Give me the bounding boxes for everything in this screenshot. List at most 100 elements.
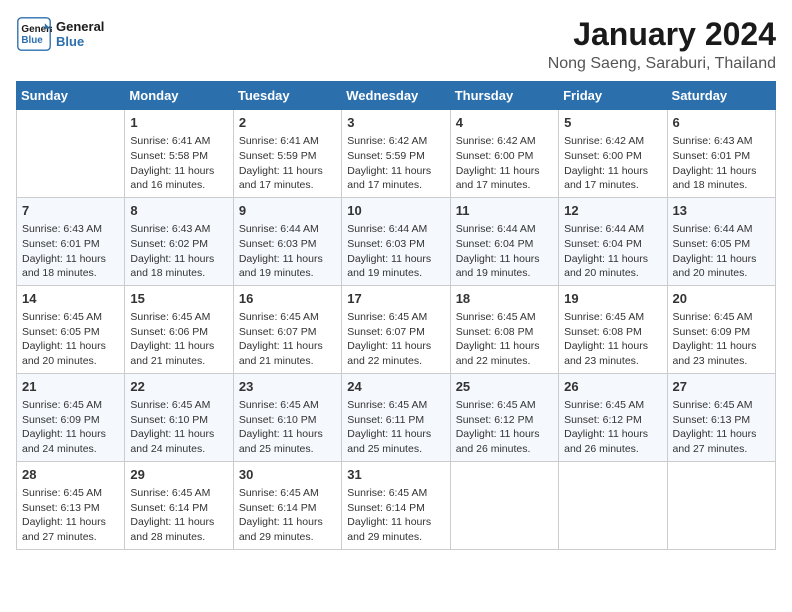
cell-details: Sunrise: 6:44 AMSunset: 6:04 PMDaylight:… [564, 222, 661, 281]
cell-details: Sunrise: 6:45 AMSunset: 6:12 PMDaylight:… [456, 398, 553, 457]
day-number: 10 [347, 202, 444, 220]
calendar-cell [17, 110, 125, 198]
day-number: 6 [673, 114, 770, 132]
month-year-title: January 2024 [548, 16, 776, 53]
day-header-tuesday: Tuesday [233, 82, 341, 110]
day-number: 4 [456, 114, 553, 132]
cell-details: Sunrise: 6:44 AMSunset: 6:04 PMDaylight:… [456, 222, 553, 281]
calendar-table: SundayMondayTuesdayWednesdayThursdayFrid… [16, 81, 776, 550]
day-number: 30 [239, 466, 336, 484]
svg-text:Blue: Blue [21, 35, 43, 46]
calendar-cell: 4 Sunrise: 6:42 AMSunset: 6:00 PMDaylight… [450, 110, 558, 198]
day-number: 11 [456, 202, 553, 220]
calendar-cell: 22 Sunrise: 6:45 AMSunset: 6:10 PMDayligh… [125, 373, 233, 461]
cell-details: Sunrise: 6:45 AMSunset: 6:09 PMDaylight:… [22, 398, 119, 457]
calendar-cell: 18 Sunrise: 6:45 AMSunset: 6:08 PMDayligh… [450, 285, 558, 373]
logo-text-line2: Blue [56, 34, 104, 49]
calendar-cell: 28Sunrise: 6:45 AMSunset: 6:13 PMDayligh… [17, 461, 125, 549]
day-number: 12 [564, 202, 661, 220]
day-number: 14 [22, 290, 119, 308]
cell-details: Sunrise: 6:44 AMSunset: 6:03 PMDaylight:… [239, 222, 336, 281]
calendar-cell: 29 Sunrise: 6:45 AMSunset: 6:14 PMDayligh… [125, 461, 233, 549]
day-number: 29 [130, 466, 227, 484]
day-number: 5 [564, 114, 661, 132]
calendar-cell: 20 Sunrise: 6:45 AMSunset: 6:09 PMDayligh… [667, 285, 775, 373]
cell-details: Sunrise: 6:41 AMSunset: 5:58 PMDaylight:… [130, 134, 227, 193]
day-number: 16 [239, 290, 336, 308]
logo-text-line1: General [56, 19, 104, 34]
day-number: 13 [673, 202, 770, 220]
day-number: 2 [239, 114, 336, 132]
cell-details: Sunrise: 6:45 AMSunset: 6:08 PMDaylight:… [456, 310, 553, 369]
day-number: 23 [239, 378, 336, 396]
calendar-cell: 3 Sunrise: 6:42 AMSunset: 5:59 PMDaylight… [342, 110, 450, 198]
calendar-cell: 26 Sunrise: 6:45 AMSunset: 6:12 PMDayligh… [559, 373, 667, 461]
calendar-cell: 27 Sunrise: 6:45 AMSunset: 6:13 PMDayligh… [667, 373, 775, 461]
cell-details: Sunrise: 6:45 AMSunset: 6:14 PMDaylight:… [239, 486, 336, 545]
cell-details: Sunrise: 6:45 AMSunset: 6:10 PMDaylight:… [130, 398, 227, 457]
calendar-cell: 5Sunrise: 6:42 AMSunset: 6:00 PMDaylight… [559, 110, 667, 198]
calendar-cell: 16 Sunrise: 6:45 AMSunset: 6:07 PMDayligh… [233, 285, 341, 373]
calendar-cell: 12 Sunrise: 6:44 AMSunset: 6:04 PMDayligh… [559, 197, 667, 285]
calendar-cell: 8Sunrise: 6:43 AMSunset: 6:02 PMDaylight… [125, 197, 233, 285]
days-header-row: SundayMondayTuesdayWednesdayThursdayFrid… [17, 82, 776, 110]
day-number: 25 [456, 378, 553, 396]
cell-details: Sunrise: 6:43 AMSunset: 6:01 PMDaylight:… [673, 134, 770, 193]
cell-details: Sunrise: 6:41 AMSunset: 5:59 PMDaylight:… [239, 134, 336, 193]
day-number: 1 [130, 114, 227, 132]
calendar-cell: 17Sunrise: 6:45 AMSunset: 6:07 PMDayligh… [342, 285, 450, 373]
week-row-1: 1 Sunrise: 6:41 AMSunset: 5:58 PMDaylight… [17, 110, 776, 198]
calendar-cell: 30 Sunrise: 6:45 AMSunset: 6:14 PMDayligh… [233, 461, 341, 549]
day-header-saturday: Saturday [667, 82, 775, 110]
cell-details: Sunrise: 6:45 AMSunset: 6:05 PMDaylight:… [22, 310, 119, 369]
title-block: January 2024 Nong Saeng, Saraburi, Thail… [548, 16, 776, 73]
calendar-cell: 21Sunrise: 6:45 AMSunset: 6:09 PMDayligh… [17, 373, 125, 461]
day-number: 31 [347, 466, 444, 484]
calendar-cell: 31Sunrise: 6:45 AMSunset: 6:14 PMDayligh… [342, 461, 450, 549]
calendar-cell: 7Sunrise: 6:43 AMSunset: 6:01 PMDaylight… [17, 197, 125, 285]
calendar-cell: 9 Sunrise: 6:44 AMSunset: 6:03 PMDaylight… [233, 197, 341, 285]
week-row-4: 21Sunrise: 6:45 AMSunset: 6:09 PMDayligh… [17, 373, 776, 461]
cell-details: Sunrise: 6:44 AMSunset: 6:05 PMDaylight:… [673, 222, 770, 281]
logo-icon: General Blue [16, 16, 52, 52]
location-subtitle: Nong Saeng, Saraburi, Thailand [548, 55, 776, 73]
day-number: 17 [347, 290, 444, 308]
cell-details: Sunrise: 6:42 AMSunset: 6:00 PMDaylight:… [456, 134, 553, 193]
day-number: 9 [239, 202, 336, 220]
day-number: 22 [130, 378, 227, 396]
calendar-cell [667, 461, 775, 549]
day-number: 3 [347, 114, 444, 132]
week-row-2: 7Sunrise: 6:43 AMSunset: 6:01 PMDaylight… [17, 197, 776, 285]
calendar-cell: 2 Sunrise: 6:41 AMSunset: 5:59 PMDaylight… [233, 110, 341, 198]
cell-details: Sunrise: 6:45 AMSunset: 6:08 PMDaylight:… [564, 310, 661, 369]
day-header-wednesday: Wednesday [342, 82, 450, 110]
cell-details: Sunrise: 6:45 AMSunset: 6:13 PMDaylight:… [673, 398, 770, 457]
day-number: 27 [673, 378, 770, 396]
calendar-cell: 13 Sunrise: 6:44 AMSunset: 6:05 PMDayligh… [667, 197, 775, 285]
cell-details: Sunrise: 6:44 AMSunset: 6:03 PMDaylight:… [347, 222, 444, 281]
day-number: 15 [130, 290, 227, 308]
cell-details: Sunrise: 6:42 AMSunset: 5:59 PMDaylight:… [347, 134, 444, 193]
cell-details: Sunrise: 6:45 AMSunset: 6:09 PMDaylight:… [673, 310, 770, 369]
cell-details: Sunrise: 6:45 AMSunset: 6:10 PMDaylight:… [239, 398, 336, 457]
calendar-cell: 25 Sunrise: 6:45 AMSunset: 6:12 PMDayligh… [450, 373, 558, 461]
day-number: 19 [564, 290, 661, 308]
cell-details: Sunrise: 6:45 AMSunset: 6:11 PMDaylight:… [347, 398, 444, 457]
calendar-cell: 1 Sunrise: 6:41 AMSunset: 5:58 PMDaylight… [125, 110, 233, 198]
week-row-5: 28Sunrise: 6:45 AMSunset: 6:13 PMDayligh… [17, 461, 776, 549]
cell-details: Sunrise: 6:45 AMSunset: 6:12 PMDaylight:… [564, 398, 661, 457]
calendar-cell: 10 Sunrise: 6:44 AMSunset: 6:03 PMDayligh… [342, 197, 450, 285]
calendar-cell: 11 Sunrise: 6:44 AMSunset: 6:04 PMDayligh… [450, 197, 558, 285]
calendar-cell: 15Sunrise: 6:45 AMSunset: 6:06 PMDayligh… [125, 285, 233, 373]
day-number: 26 [564, 378, 661, 396]
day-header-sunday: Sunday [17, 82, 125, 110]
day-number: 7 [22, 202, 119, 220]
day-header-thursday: Thursday [450, 82, 558, 110]
cell-details: Sunrise: 6:45 AMSunset: 6:07 PMDaylight:… [239, 310, 336, 369]
day-number: 18 [456, 290, 553, 308]
cell-details: Sunrise: 6:45 AMSunset: 6:14 PMDaylight:… [130, 486, 227, 545]
cell-details: Sunrise: 6:43 AMSunset: 6:02 PMDaylight:… [130, 222, 227, 281]
calendar-cell: 6 Sunrise: 6:43 AMSunset: 6:01 PMDaylight… [667, 110, 775, 198]
day-number: 24 [347, 378, 444, 396]
day-number: 20 [673, 290, 770, 308]
